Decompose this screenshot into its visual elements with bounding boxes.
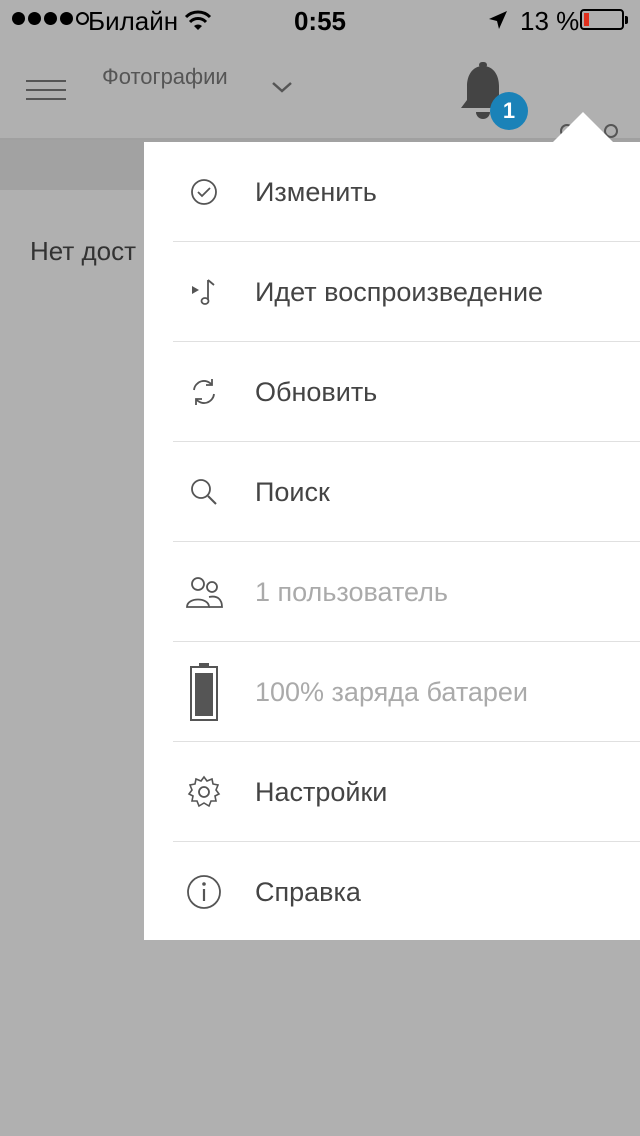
menu-item-refresh[interactable]: Обновить xyxy=(144,342,640,442)
check-circle-icon xyxy=(182,170,226,214)
menu-item-label: Поиск xyxy=(255,476,330,507)
now-playing-icon xyxy=(182,270,226,314)
menu-item-label: Изменить xyxy=(255,176,377,207)
gear-icon xyxy=(182,770,226,814)
hamburger-menu-icon[interactable] xyxy=(26,76,66,104)
overflow-menu: Изменить Идет воспроизведение Обновить П… xyxy=(144,142,640,940)
search-icon xyxy=(182,470,226,514)
menu-item-label: Идет воспроизведение xyxy=(255,276,544,307)
empty-state-message: Нет дост xyxy=(30,236,137,266)
location-arrow-icon xyxy=(489,11,507,29)
folder-title[interactable]: Фотографии xyxy=(102,64,230,90)
menu-item-label: Настройки xyxy=(255,776,388,807)
menu-pointer xyxy=(553,112,613,142)
menu-item-help[interactable]: Справка xyxy=(144,842,640,942)
notification-badge[interactable]: 1 xyxy=(490,92,528,130)
chevron-down-icon[interactable] xyxy=(270,78,294,96)
menu-item-label: 100% заряда батареи xyxy=(255,676,529,707)
menu-item-label: Справка xyxy=(255,876,361,907)
battery-status-icon xyxy=(580,9,628,30)
menu-item-label: 1 пользователь xyxy=(255,576,448,607)
menu-item-search[interactable]: Поиск xyxy=(144,442,640,542)
battery-icon xyxy=(182,663,226,721)
menu-item-label: Обновить xyxy=(255,376,378,407)
menu-item-battery: 100% заряда батареи xyxy=(144,642,640,742)
menu-item-users: 1 пользователь xyxy=(144,542,640,642)
battery-percentage: 13 % xyxy=(520,6,580,36)
menu-item-edit[interactable]: Изменить xyxy=(144,142,640,242)
users-icon xyxy=(182,570,226,614)
menu-item-settings[interactable]: Настройки xyxy=(144,742,640,842)
app-header: Фотографии 1 xyxy=(0,40,640,140)
status-bar: Билайн 0:55 13 % xyxy=(0,0,640,40)
menu-item-now-playing[interactable]: Идет воспроизведение xyxy=(144,242,640,342)
info-icon xyxy=(182,870,226,914)
refresh-icon xyxy=(182,370,226,414)
